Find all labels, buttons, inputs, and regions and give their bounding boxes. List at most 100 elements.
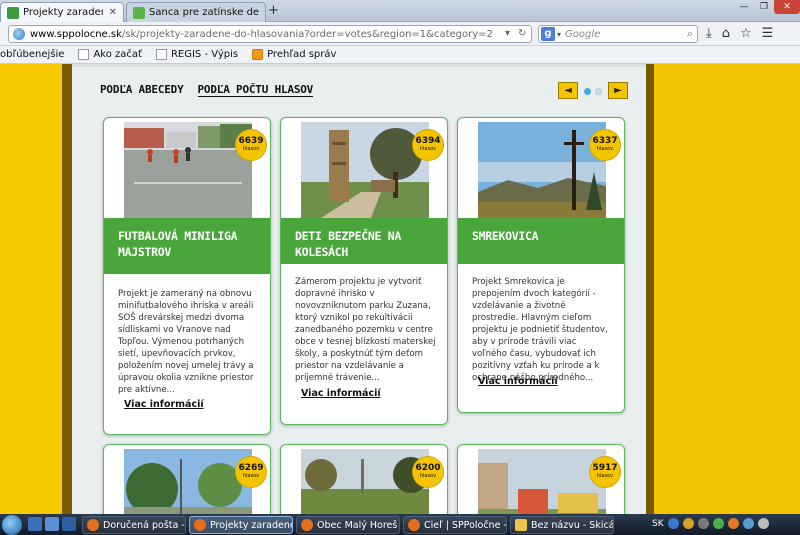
globe-icon — [13, 28, 25, 40]
more-info-link[interactable]: Viac informácií — [301, 388, 381, 399]
url-bar[interactable]: www.sppolocne.sk /sk/projekty-zaradene-d… — [8, 25, 532, 43]
tab-projekty[interactable]: Projekty zaradené do hlaso... ✕ — [0, 2, 124, 22]
volume-icon[interactable] — [757, 518, 769, 529]
download-icon[interactable]: ⤓ — [706, 26, 712, 41]
navigation-bar: www.sppolocne.sk /sk/projekty-zaradene-d… — [0, 22, 800, 46]
close-icon[interactable]: ✕ — [109, 7, 117, 18]
firefox-icon — [194, 519, 206, 531]
project-card: 5917 hlasov — [457, 444, 625, 514]
taskbar-item[interactable]: Doručená pošta - an... — [82, 516, 186, 534]
vote-count-badge: 6394 hlasov — [413, 130, 443, 160]
bookmark-item[interactable]: REGIS - Výpis — [155, 49, 238, 60]
firefox-icon — [301, 519, 313, 531]
maximize-icon[interactable]: ❐ — [754, 0, 774, 14]
project-photo-cross — [478, 122, 606, 218]
sort-tabs: PODĽA ABECEDY PODĽA POČTU HLASOV — [100, 83, 313, 97]
bookmark-item[interactable]: Ako začať — [78, 49, 142, 60]
security-icon[interactable] — [712, 518, 724, 529]
more-info-link[interactable]: Viac informácií — [478, 376, 558, 387]
taskbar-item[interactable]: Projekty zaradené d... — [189, 516, 293, 534]
bookmark-item[interactable]: obľúbenejšie — [0, 49, 64, 60]
help-icon[interactable] — [667, 518, 679, 529]
decorative-stripe — [62, 64, 72, 514]
tab-sanca[interactable]: Šanca pre zatínske deti | Pr... — [126, 2, 266, 22]
bookmarks-menu-icon[interactable]: ☰ — [762, 26, 774, 41]
carousel-next-button[interactable]: ► — [608, 82, 628, 99]
project-photo-playground — [478, 449, 606, 514]
carousel-prev-button[interactable]: ◄ — [558, 82, 578, 99]
decorative-stripe — [646, 64, 654, 514]
vote-unit: hlasov — [596, 473, 614, 479]
more-info-link[interactable]: Viac informácií — [124, 399, 204, 410]
windows-taskbar: Doručená pošta - an... Projekty zaradené… — [0, 514, 800, 535]
vote-unit: hlasov — [419, 473, 437, 479]
vote-count-badge: 5917 hlasov — [590, 457, 620, 487]
show-desktop-icon[interactable] — [28, 517, 42, 531]
vote-unit: hlasov — [242, 146, 260, 152]
google-icon[interactable]: g — [541, 27, 555, 41]
reload-icon[interactable]: ↻ — [518, 28, 526, 39]
project-photo-field — [301, 449, 429, 514]
search-box[interactable]: g ▾ Google ⌕ — [538, 25, 698, 43]
tray-app-icon[interactable] — [727, 518, 739, 529]
sort-by-votes-tab[interactable]: PODĽA POČTU HLASOV — [197, 83, 313, 97]
network-icon[interactable] — [742, 518, 754, 529]
vote-count: 6639 — [238, 136, 264, 146]
vote-unit: hlasov — [242, 473, 260, 479]
bookmark-item[interactable]: Prehľad správ — [252, 49, 336, 60]
project-title[interactable]: FUTBALOVÁ MINILIGA MAJSTROV — [104, 218, 270, 274]
minimize-icon[interactable]: — — [734, 0, 754, 14]
page-favicon-icon — [7, 6, 19, 19]
project-card: 6337 hlasov SMREKOVICA Projekt Smrekovic… — [457, 117, 625, 413]
quick-launch — [28, 517, 76, 531]
project-photo-street — [124, 449, 252, 514]
chevron-up-icon[interactable] — [697, 518, 709, 529]
language-indicator[interactable]: SK — [652, 519, 664, 529]
explorer-icon[interactable] — [45, 517, 59, 531]
vote-count-badge: 6639 hlasov — [236, 130, 266, 160]
project-card: 6200 hlasov — [280, 444, 448, 514]
carousel-dot[interactable] — [595, 88, 602, 95]
system-tray: SK — [652, 518, 769, 529]
page-icon — [155, 49, 167, 60]
new-tab-button[interactable]: + — [268, 3, 279, 18]
page-favicon-icon — [133, 6, 145, 19]
carousel-dot-active[interactable] — [584, 88, 591, 95]
browser-tab-bar: Projekty zaradené do hlaso... ✕ Šanca pr… — [0, 0, 800, 22]
close-window-icon[interactable]: ✕ — [774, 0, 800, 14]
project-description: Zámerom projektu je vytvoriť dopravné ih… — [295, 277, 436, 383]
chevron-down-icon[interactable]: ▾ — [557, 30, 561, 39]
internet-explorer-icon[interactable] — [62, 517, 76, 531]
vote-count-badge: 6200 hlasov — [413, 457, 443, 487]
dropdown-arrow-icon[interactable]: ▾ — [505, 28, 510, 39]
firefox-icon — [408, 519, 420, 531]
project-title[interactable]: DETI BEZPEČNE NA KOLESÁCH — [281, 218, 447, 264]
project-title[interactable]: SMREKOVICA — [458, 218, 624, 264]
firefox-icon — [87, 519, 99, 531]
taskbar-item[interactable]: Cieľ | SPPoločne - ... — [403, 516, 507, 534]
tray-app-icon[interactable] — [682, 518, 694, 529]
window-controls: — ❐ ✕ — [734, 0, 800, 16]
taskbar-item[interactable]: Bez názvu - Skicár — [510, 516, 614, 534]
bookmark-star-icon[interactable]: ☆ — [740, 26, 752, 41]
project-description: Projekt Smrekovica je prepojením dvoch k… — [472, 277, 608, 383]
web-page: PODĽA ABECEDY PODĽA POČTU HLASOV ◄ ► 663… — [0, 64, 800, 514]
search-input[interactable]: Google — [565, 29, 600, 40]
tab-label: Šanca pre zatínske deti | Pr... — [149, 7, 259, 18]
sort-alphabetical-tab[interactable]: PODĽA ABECEDY — [100, 83, 184, 97]
project-card: 6394 hlasov DETI BEZPEČNE NA KOLESÁCH Zá… — [280, 117, 448, 425]
start-button-icon[interactable] — [2, 515, 22, 535]
tab-label: Projekty zaradené do hlaso... — [23, 7, 103, 18]
search-icon[interactable]: ⌕ — [687, 27, 693, 41]
vote-count: 6200 — [415, 463, 441, 473]
rss-icon — [252, 49, 264, 60]
vote-count: 6394 — [415, 136, 441, 146]
home-icon[interactable]: ⌂ — [722, 26, 730, 41]
vote-count: 6337 — [592, 136, 618, 146]
vote-count: 5917 — [592, 463, 618, 473]
bookmarks-bar: obľúbenejšie Ako začať REGIS - Výpis Pre… — [0, 46, 800, 64]
toolbar-icons: ⤓ ⌂ ☆ ☰ — [706, 26, 773, 41]
project-photo-park — [301, 122, 429, 218]
project-description: Projekt je zameraný na obnovu minifutbal… — [118, 289, 254, 395]
taskbar-item[interactable]: Obec Malý Horeš | o... — [296, 516, 400, 534]
